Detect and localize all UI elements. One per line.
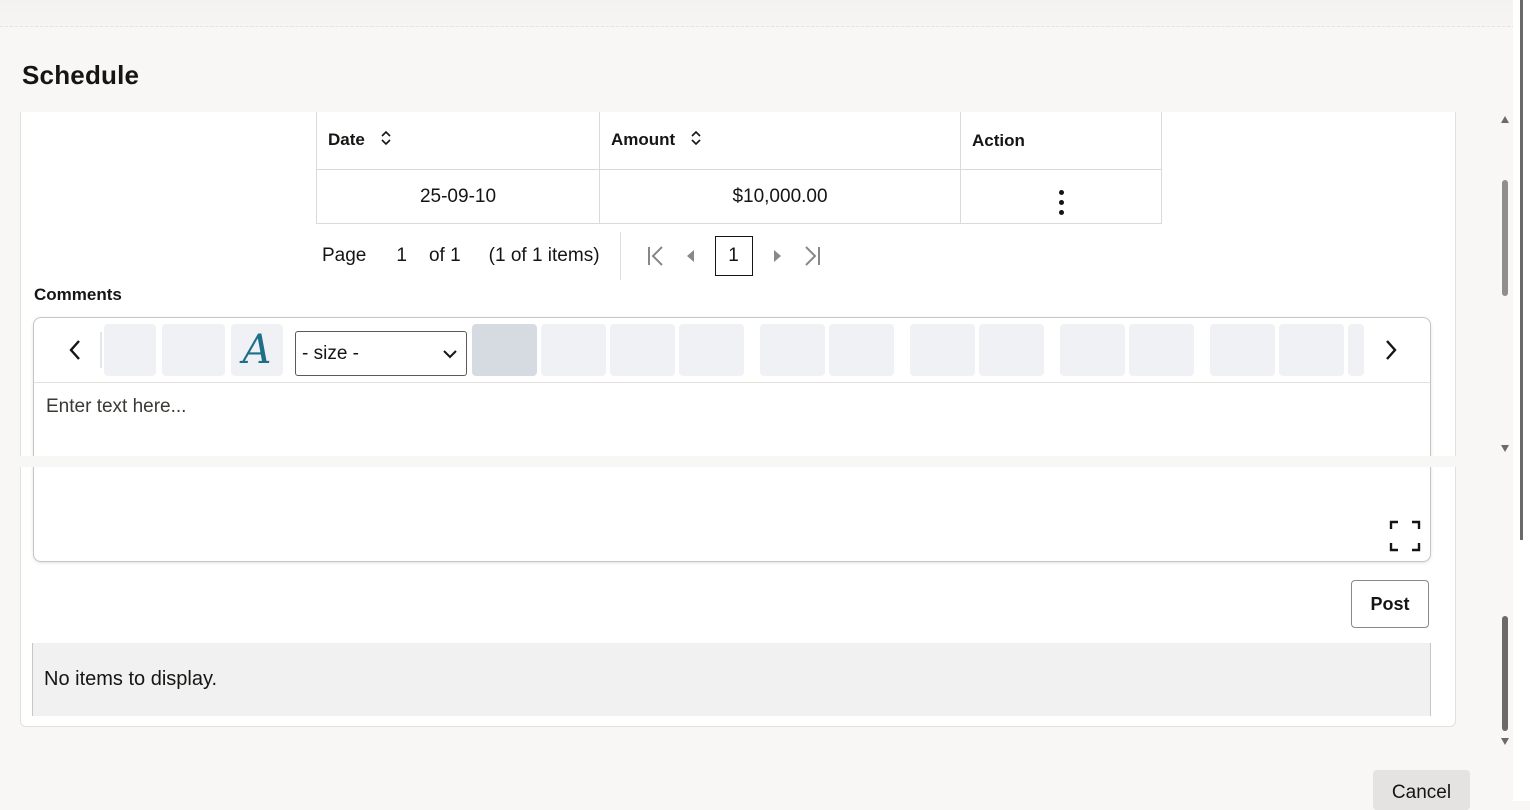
toolbar-button[interactable] xyxy=(1348,324,1364,376)
items-summary: (1 of 1 items) xyxy=(488,245,600,266)
scroll-down-icon[interactable] xyxy=(1501,445,1509,452)
next-page-icon[interactable] xyxy=(761,236,795,276)
page-scrollbar-thumb[interactable] xyxy=(1520,0,1523,540)
page-count-label: of 1 xyxy=(428,245,461,266)
pagination-divider xyxy=(619,232,621,280)
toolbar-fade xyxy=(100,332,102,368)
toolbar-button[interactable] xyxy=(104,324,156,376)
font-size-select[interactable]: - size - xyxy=(295,331,467,376)
table-row: 25-09-10 $10,000.00 xyxy=(316,169,1162,224)
cancel-button[interactable]: Cancel xyxy=(1373,770,1470,810)
font-size-value: - size - xyxy=(302,342,359,364)
scroll-boundary xyxy=(20,456,1456,467)
toolbar-button[interactable] xyxy=(472,324,537,376)
action-cell xyxy=(960,169,1162,224)
empty-message: No items to display. xyxy=(44,668,218,690)
post-button[interactable]: Post xyxy=(1351,580,1429,628)
dialog-title: Schedule xyxy=(22,60,140,90)
toolbar-button[interactable] xyxy=(610,324,675,376)
chevron-down-icon xyxy=(443,349,457,358)
toolbar-button[interactable] xyxy=(541,324,606,376)
page-scrollbar[interactable] xyxy=(1513,0,1530,801)
upper-scrollbar[interactable] xyxy=(1498,112,1512,457)
toolbar-button[interactable] xyxy=(1210,324,1275,376)
comments-list: No items to display. xyxy=(32,643,1431,716)
pagination: Page 1 of 1 (1 of 1 items) 1 xyxy=(322,232,829,280)
chevron-right-icon[interactable] xyxy=(1376,332,1406,368)
toolbar-button[interactable] xyxy=(1060,324,1125,376)
toolbar-button[interactable] xyxy=(910,324,975,376)
first-page-icon[interactable] xyxy=(639,236,673,276)
toolbar-button[interactable] xyxy=(979,324,1044,376)
scroll-up-icon[interactable] xyxy=(1501,116,1509,123)
last-page-icon[interactable] xyxy=(795,236,829,276)
page-label: Page xyxy=(322,245,367,266)
action-header-label: Action xyxy=(972,130,1025,150)
date-column-header[interactable]: Date xyxy=(316,112,600,170)
kebab-menu-icon[interactable] xyxy=(1058,189,1064,215)
action-column-header: Action xyxy=(960,112,1162,170)
scrollbar-thumb[interactable] xyxy=(1502,616,1508,731)
amount-column-header[interactable]: Amount xyxy=(599,112,961,170)
sort-icon[interactable] xyxy=(380,130,392,151)
date-header-label: Date xyxy=(328,129,365,149)
chevron-left-icon[interactable] xyxy=(60,332,90,368)
fullscreen-icon[interactable] xyxy=(1388,519,1422,553)
toolbar-button[interactable] xyxy=(760,324,825,376)
amount-header-label: Amount xyxy=(611,129,676,149)
scrollbar-thumb[interactable] xyxy=(1502,180,1508,296)
sort-icon[interactable] xyxy=(690,130,702,151)
amount-cell: $10,000.00 xyxy=(599,169,961,224)
toolbar-button[interactable] xyxy=(162,324,225,376)
toolbar-button[interactable] xyxy=(679,324,744,376)
toolbar-button[interactable] xyxy=(1129,324,1194,376)
date-cell: 25-09-10 xyxy=(316,169,600,224)
previous-page-icon[interactable] xyxy=(673,236,707,276)
table-header-row: Date Amount Action xyxy=(316,112,1162,170)
rich-text-editor: A - size - Enter text here... xyxy=(33,317,1431,562)
comments-label: Comments xyxy=(34,285,122,304)
schedule-table: Date Amount Action 25-09-10 $10,000.00 xyxy=(316,112,1162,224)
toolbar-button[interactable] xyxy=(829,324,894,376)
comment-text-area[interactable]: Enter text here... xyxy=(46,396,186,418)
lower-scrollbar[interactable] xyxy=(1498,600,1512,750)
current-page-button[interactable]: 1 xyxy=(714,236,753,276)
font-icon[interactable]: A xyxy=(231,324,283,376)
scroll-down-icon[interactable] xyxy=(1501,738,1509,745)
editor-toolbar: A - size - xyxy=(34,318,1430,383)
toolbar-button[interactable] xyxy=(1279,324,1344,376)
page-number-input[interactable]: 1 xyxy=(396,245,407,267)
top-strip xyxy=(0,0,1515,27)
